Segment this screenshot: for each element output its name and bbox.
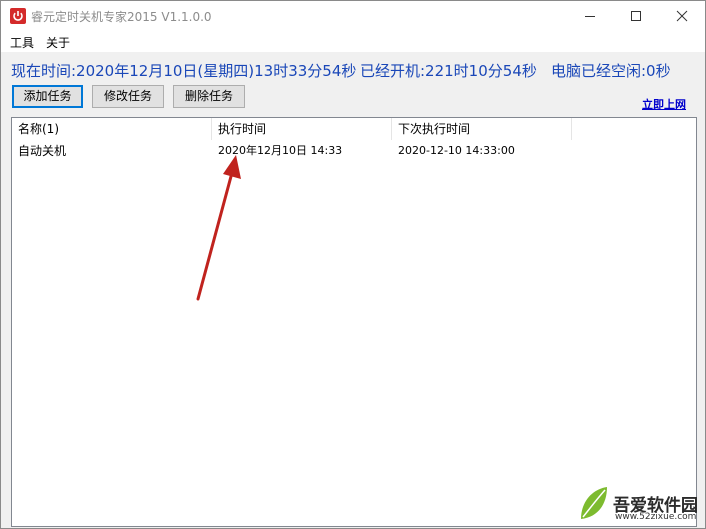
close-button[interactable] (659, 1, 705, 31)
delete-task-button[interactable]: 删除任务 (173, 85, 245, 108)
app-window: 睿元定时关机专家2015 V1.1.0.0 工具 关于 现在时间:2020年12… (0, 0, 706, 529)
watermark-site: www.52zixue.com (615, 512, 697, 522)
menu-about[interactable]: 关于 (46, 34, 70, 51)
column-header-name[interactable]: 名称(1) (12, 118, 212, 140)
minimize-icon (585, 16, 595, 17)
go-online-link[interactable]: 立即上网 (642, 96, 686, 112)
add-task-button[interactable]: 添加任务 (12, 85, 83, 108)
task-name-cell: 自动关机 (18, 144, 67, 158)
column-header-next-time[interactable]: 下次执行时间 (392, 118, 572, 140)
task-list[interactable]: 名称(1) 执行时间 下次执行时间 自动关机 2020年12月10日 14:33… (11, 117, 697, 527)
task-list-header: 名称(1) 执行时间 下次执行时间 (12, 118, 696, 140)
task-next-time-cell: 2020-12-10 14:33:00 (398, 144, 515, 157)
title-bar: 睿元定时关机专家2015 V1.1.0.0 (1, 1, 705, 31)
current-time-status: 现在时间:2020年12月10日(星期四)13时33分54秒 (11, 62, 357, 80)
task-exec-time-cell: 2020年12月10日 14:33 (218, 144, 343, 157)
window-title: 睿元定时关机专家2015 V1.1.0.0 (31, 10, 212, 24)
leaf-logo-icon (581, 487, 607, 519)
close-icon (676, 10, 688, 22)
column-header-exec-time[interactable]: 执行时间 (212, 118, 392, 140)
edit-task-button[interactable]: 修改任务 (92, 85, 164, 108)
power-icon (10, 8, 26, 24)
watermark: 吾爱软件园 www.52zixue.com (573, 469, 701, 525)
menu-bar: 工具 关于 (1, 31, 705, 52)
maximize-button[interactable] (613, 1, 659, 31)
minimize-button[interactable] (567, 1, 613, 31)
maximize-icon (631, 11, 641, 21)
uptime-status: 已经开机:221时10分54秒 (360, 62, 537, 80)
menu-tools[interactable]: 工具 (10, 34, 34, 51)
idle-time-status: 电脑已经空闲:0秒 (551, 62, 671, 80)
table-row[interactable]: 自动关机 2020年12月10日 14:33 2020-12-10 14:33:… (12, 142, 696, 160)
